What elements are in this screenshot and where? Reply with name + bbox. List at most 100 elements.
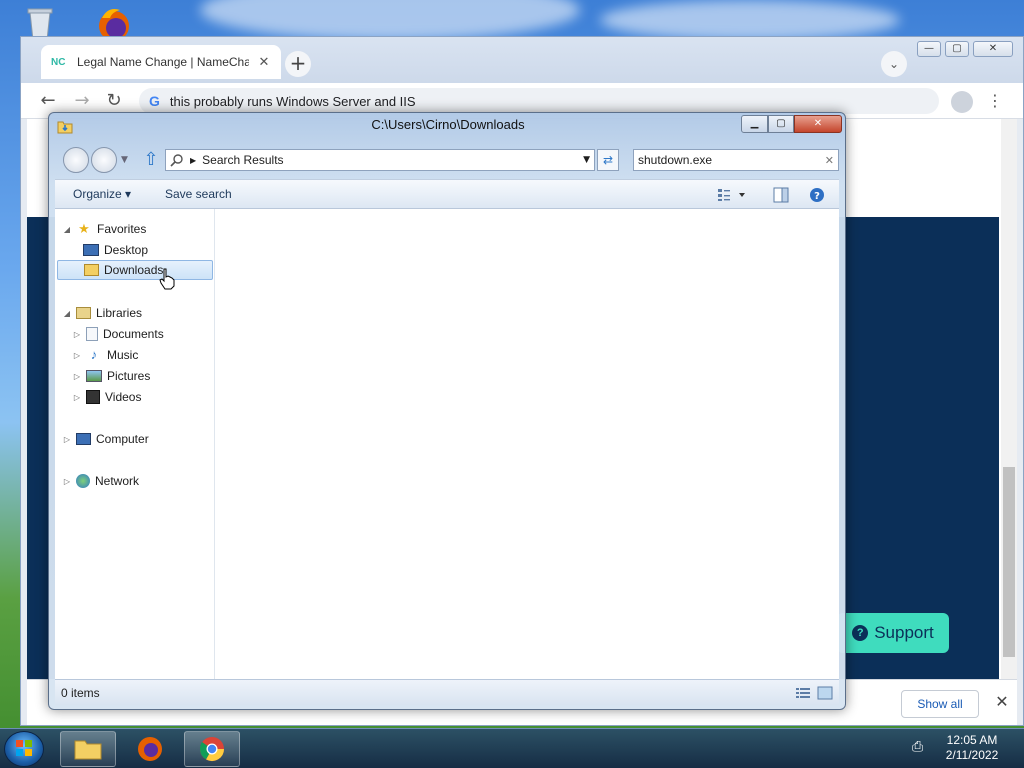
taskbar-firefox-button[interactable] (122, 731, 178, 767)
collapsed-arrow-icon[interactable]: ▷ (73, 372, 81, 381)
desktop-cloud (600, 0, 900, 40)
svg-text:?: ? (814, 191, 820, 202)
file-list-area[interactable] (216, 209, 839, 679)
chrome-minimize-button[interactable]: — (917, 41, 941, 57)
tab-close-icon[interactable]: ✕ (257, 55, 271, 70)
nav-favorites[interactable]: ◢ ★ Favorites (63, 219, 146, 239)
explorer-title: C:\Users\Cirno\Downloads (371, 117, 525, 132)
explorer-minimize-button[interactable]: ▁ (741, 115, 768, 133)
explorer-close-button[interactable]: ✕ (794, 115, 842, 133)
back-button[interactable]: ← (37, 91, 59, 113)
expanded-arrow-icon[interactable]: ◢ (63, 225, 71, 234)
nav-videos-label: Videos (105, 390, 142, 404)
nav-documents[interactable]: ▷ Documents (73, 324, 164, 344)
nav-downloads-label: Downloads (104, 263, 164, 277)
collapsed-arrow-icon[interactable]: ▷ (73, 330, 81, 339)
downloads-bar-close-icon[interactable]: ✕ (993, 692, 1011, 714)
search-icon (170, 154, 183, 167)
chrome-close-button[interactable]: ✕ (973, 41, 1013, 57)
nav-videos[interactable]: ▷ Videos (73, 387, 141, 407)
collapsed-arrow-icon[interactable]: ▷ (73, 393, 81, 402)
nav-libraries-label: Libraries (96, 306, 143, 320)
details-view-icon[interactable] (795, 686, 811, 700)
nav-computer[interactable]: ▷ Computer (63, 429, 149, 449)
reload-button[interactable]: ↻ (103, 91, 125, 113)
pictures-icon (86, 370, 102, 382)
music-icon: ♪ (90, 347, 98, 362)
desktop-cloud (200, 0, 580, 40)
address-dropdown-icon[interactable]: ▼ (583, 155, 590, 165)
omnibox[interactable]: G this probably runs Windows Server and … (139, 88, 939, 114)
hand-cursor-icon (159, 268, 175, 290)
downloads-folder-icon (84, 264, 99, 276)
taskbar-chrome-button[interactable] (184, 731, 240, 767)
explorer-window: C:\Users\Cirno\Downloads ▁ ▢ ✕ ▼ ⇧ ▶ Sea… (48, 112, 846, 710)
refresh-button[interactable]: ⇄ (597, 149, 619, 171)
item-count: 0 items (61, 686, 100, 700)
command-bar: Organize ▾ Save search ? (55, 179, 839, 209)
page-scrollbar-thumb[interactable] (1003, 467, 1015, 657)
folder-icon (74, 740, 102, 760)
tab-search-button[interactable]: ⌄ (881, 51, 907, 77)
taskbar-explorer-button[interactable] (60, 731, 116, 767)
collapsed-arrow-icon[interactable]: ▷ (63, 477, 71, 486)
chrome-menu-icon[interactable]: ⋮ (987, 91, 1003, 113)
organize-button[interactable]: Organize ▾ (73, 187, 131, 201)
star-icon: ★ (78, 221, 90, 236)
desktop-icon (83, 244, 99, 256)
search-input[interactable]: shutdown.exe (638, 153, 825, 167)
status-bar: 0 items (55, 679, 839, 705)
collapsed-arrow-icon[interactable]: ▷ (73, 351, 81, 360)
nav-desktop[interactable]: Desktop (83, 240, 148, 260)
nav-computer-label: Computer (96, 432, 149, 446)
tab-strip: NC Legal Name Change | NameChar ✕ + ⌄ — … (21, 37, 1023, 83)
taskbar: ⎙ 12:05 AM 2/11/2022 (0, 728, 1024, 768)
expanded-arrow-icon[interactable]: ◢ (63, 309, 71, 318)
nav-documents-label: Documents (103, 327, 164, 341)
preview-pane-icon[interactable] (773, 187, 789, 203)
chrome-window-controls: — ▢ ✕ (917, 41, 1013, 57)
address-bar[interactable]: ▶ Search Results ▼ (165, 149, 595, 171)
windows-logo-icon (16, 740, 32, 756)
clock-time: 12:05 AM (946, 733, 998, 747)
show-all-downloads-button[interactable]: Show all (901, 690, 979, 718)
browser-tab[interactable]: NC Legal Name Change | NameChar ✕ (41, 45, 281, 79)
support-label: Support (874, 623, 934, 642)
explorer-forward-button[interactable] (91, 147, 117, 173)
breadcrumb-chevron-icon[interactable]: ▶ (190, 156, 196, 165)
recent-pages-chevron-icon[interactable]: ▼ (121, 155, 128, 165)
network-icon (76, 474, 90, 488)
nav-favorites-label: Favorites (97, 222, 147, 236)
profile-avatar-icon[interactable] (951, 91, 973, 113)
start-button[interactable] (4, 731, 44, 767)
search-box[interactable]: shutdown.exe ✕ (633, 149, 839, 171)
omnibox-text[interactable]: this probably runs Windows Server and II… (170, 94, 416, 109)
collapsed-arrow-icon[interactable]: ▷ (63, 435, 71, 444)
view-options-icon[interactable] (717, 188, 747, 202)
explorer-back-button[interactable] (63, 147, 89, 173)
clock-date: 2/11/2022 (945, 748, 999, 762)
nav-network[interactable]: ▷ Network (63, 471, 139, 491)
nav-desktop-label: Desktop (104, 243, 149, 257)
forward-button[interactable]: → (71, 91, 93, 113)
nav-libraries[interactable]: ◢ Libraries (63, 303, 142, 323)
library-icon (76, 307, 91, 319)
up-folder-icon[interactable]: ⇧ (143, 151, 159, 171)
system-clock[interactable]: 12:05 AM 2/11/2022 (930, 733, 1014, 763)
network-tray-icon[interactable]: ⎙ (912, 739, 923, 755)
nav-music[interactable]: ▷ ♪ Music (73, 345, 138, 365)
help-icon[interactable]: ? (809, 187, 825, 203)
large-icons-view-icon[interactable] (817, 686, 833, 700)
chrome-maximize-button[interactable]: ▢ (945, 41, 969, 57)
tab-title: Legal Name Change | NameChar (77, 55, 249, 69)
clear-search-icon[interactable]: ✕ (825, 154, 834, 167)
support-button[interactable]: ? Support (837, 613, 949, 653)
nav-music-label: Music (107, 348, 139, 362)
nav-downloads[interactable]: Downloads (57, 260, 213, 280)
chrome-icon (199, 737, 224, 762)
save-search-button[interactable]: Save search (165, 187, 232, 201)
nav-pictures[interactable]: ▷ Pictures (73, 366, 150, 386)
explorer-maximize-button[interactable]: ▢ (768, 115, 794, 133)
nav-pictures-label: Pictures (107, 369, 151, 383)
new-tab-button[interactable]: + (285, 51, 311, 77)
